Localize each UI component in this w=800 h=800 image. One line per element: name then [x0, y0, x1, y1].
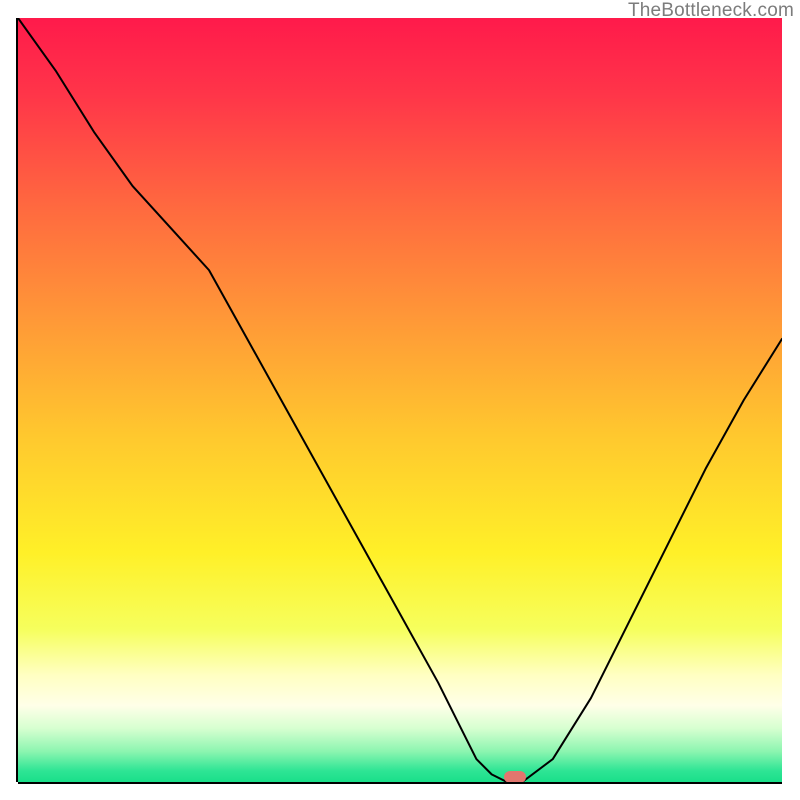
- bottleneck-chart: TheBottleneck.com: [0, 0, 800, 800]
- y-axis: [16, 18, 18, 782]
- chart-curve: [18, 18, 782, 782]
- x-axis: [18, 782, 782, 784]
- plot-area: [18, 18, 782, 782]
